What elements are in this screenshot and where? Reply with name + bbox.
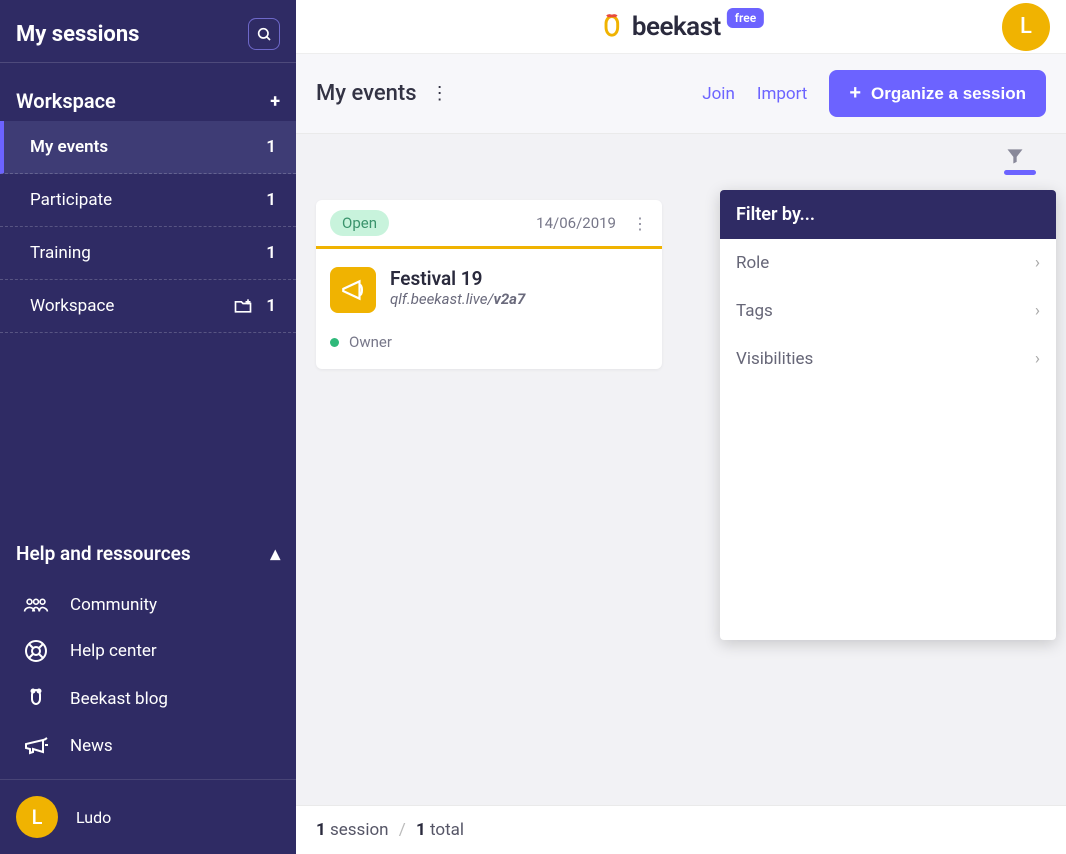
help-item-blog[interactable]: Beekast blog [0,675,296,723]
help-item-news[interactable]: News [0,723,296,769]
nav-item-participate[interactable]: Participate 1 [0,174,296,227]
chevron-right-icon: › [1035,349,1040,369]
toolbar: My events ⋮ Join Import + Organize a ses… [296,54,1066,134]
avatar: L [16,796,58,838]
workspace-header: Workspace + [0,63,296,121]
total-count: 1 [416,820,426,840]
user-row[interactable]: L Ludo [0,779,296,854]
help-header[interactable]: Help and ressources ▴ [0,528,296,579]
import-link[interactable]: Import [757,84,808,104]
sidebar: My sessions Workspace + My events 1 Part… [0,0,296,854]
help-item-help-center[interactable]: Help center [0,627,296,675]
card-header: Open 14/06/2019 ⋮ [316,200,662,246]
help-header-label: Help and ressources [16,542,191,565]
help-item-label: Community [70,595,157,615]
avatar-initial: L [1020,14,1032,39]
session-count: 1 [316,820,326,840]
sidebar-title: My sessions [16,22,139,47]
event-url-base: qlf.beekast.live/ [390,290,493,308]
card-body: Festival 19 qlf.beekast.live/v2a7 [316,249,662,323]
filter-panel: Filter by... Role › Tags › Visibilities … [720,190,1056,640]
chevron-right-icon: › [1035,253,1040,273]
add-workspace-icon[interactable]: + [270,91,280,112]
role-indicator-dot [330,338,339,347]
plan-badge: free [727,8,764,28]
help-item-community[interactable]: Community [0,583,296,627]
event-url-slug: v2a7 [493,290,525,308]
filter-option-visibilities[interactable]: Visibilities › [720,335,1056,383]
folder-add-icon [232,296,254,316]
help-item-label: Beekast blog [70,689,168,709]
organize-session-button[interactable]: + Organize a session [829,70,1046,117]
event-role: Owner [349,333,392,351]
nav-item-label: Participate [30,190,112,210]
workspace-header-label: Workspace [16,89,116,113]
help-item-label: Help center [70,641,157,661]
chevron-right-icon: › [1035,301,1040,321]
page-title: My events [316,81,417,106]
event-url: qlf.beekast.live/v2a7 [390,290,525,308]
event-card[interactable]: Open 14/06/2019 ⋮ Festival 19 qlf.beekas… [316,200,662,369]
funnel-icon [1004,146,1036,166]
nav-item-count: 1 [266,243,276,263]
user-name: Ludo [76,808,111,827]
filter-option-label: Role [736,253,769,273]
nav-item-count: 1 [266,296,276,316]
nav-item-my-events[interactable]: My events 1 [0,121,296,174]
plus-icon: + [849,82,861,105]
event-title: Festival 19 [390,267,525,290]
search-icon [256,26,272,42]
filter-active-indicator [1004,170,1036,175]
event-date: 14/06/2019 [536,214,616,232]
footer: 1 session / 1 total [296,805,1066,854]
brand-text: beekast [632,12,721,42]
topbar: beekast free L [296,0,1066,54]
help-section: Help and ressources ▴ Community [0,528,296,854]
nav-item-label: My events [30,137,108,157]
people-icon [22,596,50,614]
content-area: Open 14/06/2019 ⋮ Festival 19 qlf.beekas… [296,134,1066,805]
nav-item-label: Training [30,243,91,263]
filter-option-role[interactable]: Role › [720,239,1056,287]
avatar-initial: L [32,805,43,829]
top-avatar[interactable]: L [1002,3,1050,51]
filter-toggle[interactable] [1004,146,1036,175]
filter-header: Filter by... [720,190,1056,239]
search-button[interactable] [248,18,280,50]
main: beekast free L My events ⋮ Join Import +… [296,0,1066,854]
sidebar-header: My sessions [0,0,296,63]
nav-item-training[interactable]: Training 1 [0,227,296,280]
brand[interactable]: beekast free [598,12,764,42]
nav-item-workspace[interactable]: Workspace 1 [0,280,296,333]
filter-option-label: Visibilities [736,349,813,369]
bee-icon [22,687,50,711]
nav-item-count: 1 [266,190,276,210]
nav-item-count: 1 [266,137,276,157]
join-link[interactable]: Join [702,84,735,104]
event-icon [330,267,376,313]
session-label: session [326,820,389,840]
card-footer: Owner [316,323,662,369]
organize-label: Organize a session [871,84,1026,104]
separator: / [399,820,406,840]
total-label: total [426,820,464,840]
nav-item-label: Workspace [30,296,114,316]
chevron-up-icon: ▴ [270,542,280,565]
status-badge: Open [330,210,389,236]
megaphone-icon [22,735,50,757]
page-menu-icon[interactable]: ⋮ [431,83,449,104]
filter-option-label: Tags [736,301,773,321]
help-item-label: News [70,736,113,756]
brand-logo-icon [598,13,626,41]
filter-option-tags[interactable]: Tags › [720,287,1056,335]
nav-items: My events 1 Participate 1 Training 1 Wor… [0,121,296,333]
card-menu-icon[interactable]: ⋮ [632,214,648,233]
avatar: L [1002,3,1050,51]
lifebuoy-icon [22,639,50,663]
